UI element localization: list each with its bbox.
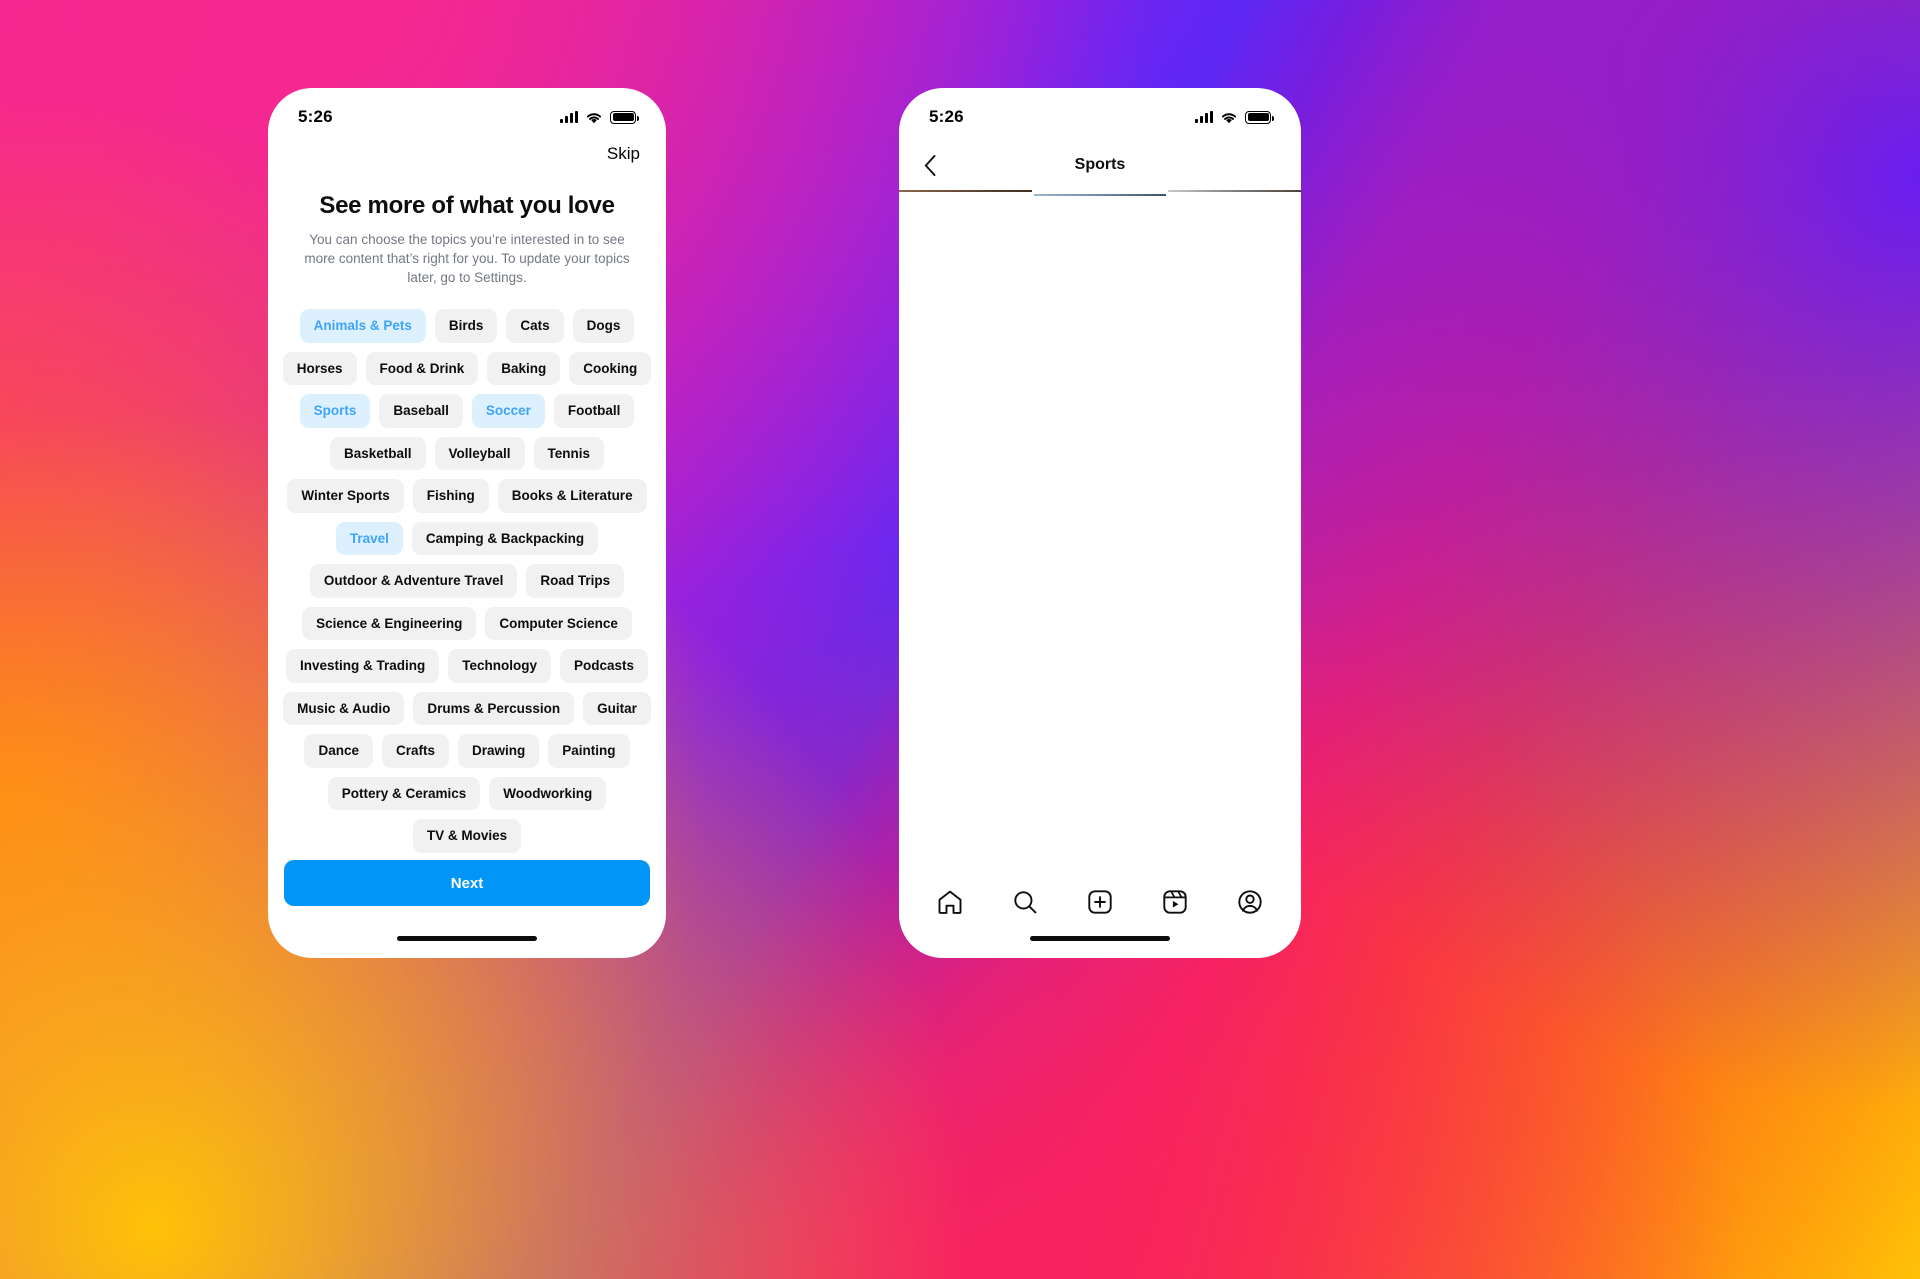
tab-home[interactable] <box>936 888 964 916</box>
topic-chip-food-drink[interactable]: Food & Drink <box>365 351 479 385</box>
topic-chip-science-engineering[interactable]: Science & Engineering <box>302 606 477 640</box>
skip-row: Skip <box>268 140 666 164</box>
status-time: 5:26 <box>298 107 333 126</box>
cellular-bars-icon <box>1195 111 1213 123</box>
post-thumbnail <box>1168 190 1301 192</box>
topic-chip-list: Animals & Pets Birds Cats Dogs Horses Food & … <box>268 309 666 853</box>
topic-chip-fishing[interactable]: Fishing <box>412 479 489 513</box>
tab-reels[interactable] <box>1161 888 1189 916</box>
topic-chip-crafts[interactable]: Crafts <box>382 734 450 768</box>
status-bar-right: 5:26 <box>899 88 1301 140</box>
status-bar-left: 5:26 <box>268 88 666 140</box>
grid-post[interactable] <box>1168 190 1301 192</box>
topic-chip-music-audio[interactable]: Music & Audio <box>283 691 405 725</box>
wifi-icon <box>1221 112 1237 123</box>
tab-create[interactable] <box>1086 888 1114 916</box>
page-description: You can choose the topics you’re interes… <box>304 232 630 285</box>
topic-chip-horses[interactable]: Horses <box>282 351 357 385</box>
next-button[interactable]: Next <box>284 860 650 906</box>
topic-chip-books-literature[interactable]: Books & Literature <box>497 479 647 513</box>
feed-title: Sports <box>1074 156 1126 173</box>
topic-chip-outdoor-adventure-travel[interactable]: Outdoor & Adventure Travel <box>309 564 518 598</box>
phone-right-sports-feed: 5:26 Sports <box>899 88 1301 958</box>
topic-chip-painting[interactable]: Painting <box>548 734 630 768</box>
tab-profile[interactable] <box>1236 888 1264 916</box>
topic-chip-investing-trading[interactable]: Investing & Trading <box>285 649 440 683</box>
topic-chip-computer-science[interactable]: Computer Science <box>485 606 632 640</box>
topic-chip-woodworking[interactable]: Woodworking <box>489 776 607 810</box>
topic-chip-podcasts[interactable]: Podcasts <box>560 649 649 683</box>
status-time: 5:26 <box>929 107 964 126</box>
topic-chip-volleyball[interactable]: Volleyball <box>434 436 525 470</box>
topic-chip-birds[interactable]: Birds <box>434 309 498 343</box>
wifi-icon <box>586 112 602 123</box>
skip-button[interactable]: Skip <box>607 144 640 164</box>
page-title: See more of what you love <box>319 192 615 219</box>
topic-chip-road-trips[interactable]: Road Trips <box>526 564 625 598</box>
battery-full-icon <box>1245 110 1274 124</box>
status-icons <box>560 110 639 124</box>
next-button-wrap: Next <box>268 860 666 906</box>
topic-chip-soccer[interactable]: Soccer <box>471 394 545 428</box>
topic-chip-pottery-ceramics[interactable]: Pottery & Ceramics <box>327 776 481 810</box>
topic-chip-technology[interactable]: Technology <box>448 649 551 683</box>
topic-chip-camping-backpacking[interactable]: Camping & Backpacking <box>411 521 599 555</box>
topic-chip-football[interactable]: Football <box>553 394 635 428</box>
phone-left-topic-picker: 5:26 Skip See more of what you love You … <box>268 88 666 958</box>
chevron-left-icon[interactable] <box>917 152 943 178</box>
post-thumbnail <box>1033 194 1167 196</box>
topic-chip-baseball[interactable]: Baseball <box>379 394 463 428</box>
bottom-tab-bar <box>899 872 1301 958</box>
photo-grid <box>899 190 1301 860</box>
topic-chip-cooking[interactable]: Cooking <box>569 351 652 385</box>
topic-chip-basketball[interactable]: Basketball <box>329 436 426 470</box>
topic-chip-animals-pets[interactable]: Animals & Pets <box>299 309 426 343</box>
tab-search[interactable] <box>1011 888 1039 916</box>
topic-chip-dogs[interactable]: Dogs <box>572 309 635 343</box>
screenshot-stage: 5:26 Skip See more of what you love You … <box>0 0 1920 1279</box>
grid-post[interactable] <box>899 190 1032 192</box>
topic-chip-baking[interactable]: Baking <box>487 351 561 385</box>
topic-chip-tennis[interactable]: Tennis <box>533 436 605 470</box>
cellular-bars-icon <box>560 111 578 123</box>
battery-full-icon <box>610 110 639 124</box>
topic-chip-sports[interactable]: Sports <box>299 394 371 428</box>
feed-navbar: Sports <box>899 140 1301 190</box>
home-indicator-left <box>397 936 537 941</box>
topic-chip-guitar[interactable]: Guitar <box>583 691 651 725</box>
grid-post[interactable] <box>1033 194 1167 196</box>
home-indicator-right <box>1030 936 1170 941</box>
topic-chip-drawing[interactable]: Drawing <box>458 734 540 768</box>
topic-chip-travel[interactable]: Travel <box>335 521 403 555</box>
topic-chip-cats[interactable]: Cats <box>506 309 564 343</box>
topic-chip-tv-movies[interactable]: TV & Movies <box>412 819 522 853</box>
topic-chip-drums-percussion[interactable]: Drums & Percussion <box>413 691 575 725</box>
topic-chip-dance[interactable]: Dance <box>304 734 373 768</box>
topic-chip-winter-sports[interactable]: Winter Sports <box>287 479 404 513</box>
status-icons <box>1195 110 1274 124</box>
post-thumbnail <box>899 190 1032 192</box>
